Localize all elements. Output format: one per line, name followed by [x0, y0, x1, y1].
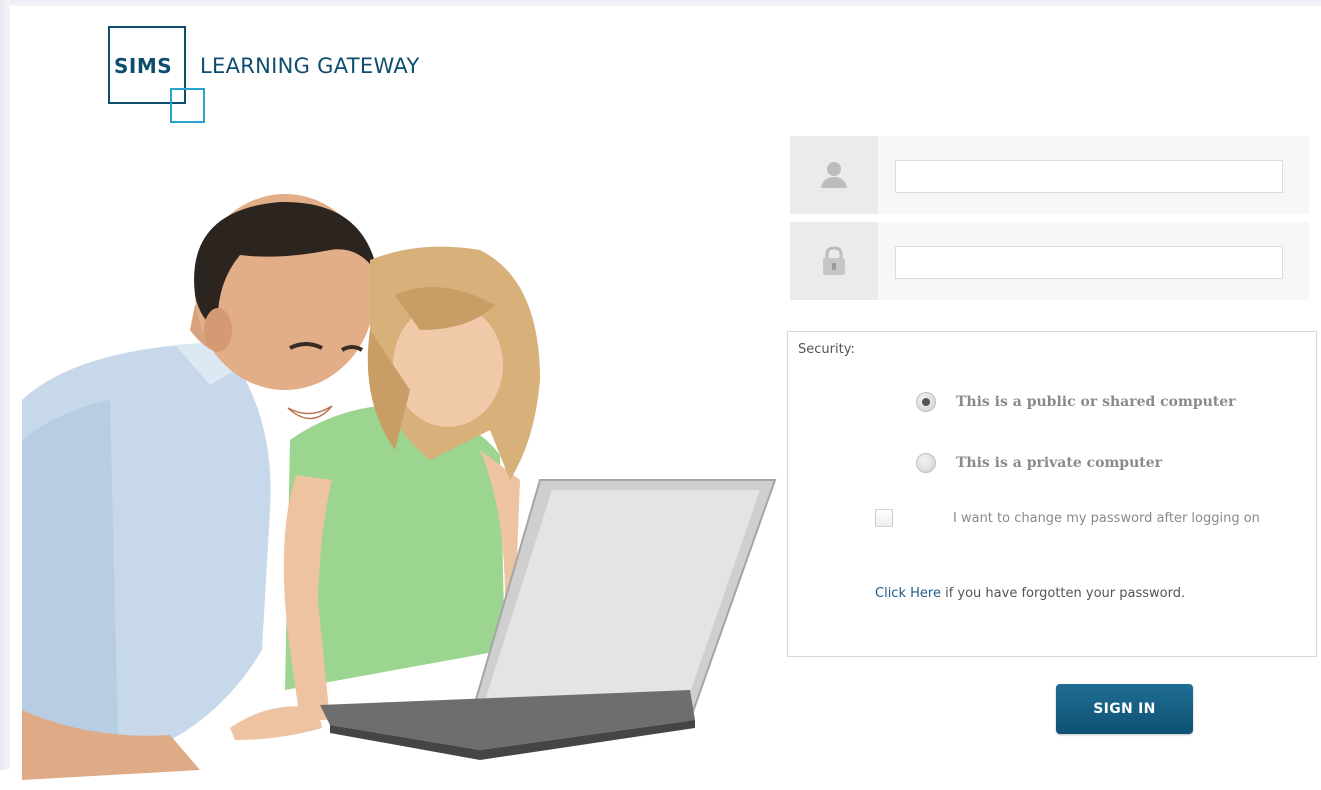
family-laptop-photo [0, 194, 790, 790]
user-icon [790, 136, 878, 214]
user-icon-svg [821, 162, 847, 188]
logo-small-square-icon [170, 88, 205, 123]
username-input-cell [878, 136, 1309, 214]
lock-icon [790, 222, 878, 300]
public-computer-radio[interactable] [916, 392, 936, 412]
private-computer-option[interactable]: This is a private computer [916, 453, 1162, 473]
security-label: Security: [798, 342, 855, 357]
logo-product-text: LEARNING GATEWAY [200, 54, 420, 78]
username-input[interactable] [895, 160, 1283, 193]
private-computer-radio[interactable] [916, 453, 936, 473]
change-password-checkbox[interactable] [875, 509, 893, 527]
password-row [790, 222, 1309, 300]
public-computer-option[interactable]: This is a public or shared computer [916, 392, 1236, 412]
logo-brand-text: SIMS [114, 54, 173, 78]
lock-icon-svg [823, 246, 845, 275]
private-computer-label: This is a private computer [956, 455, 1163, 471]
sims-logo: SIMS LEARNING GATEWAY [108, 26, 508, 126]
username-row [790, 136, 1309, 214]
change-password-option: I want to change my password after loggi… [875, 509, 1260, 527]
public-computer-label: This is a public or shared computer [956, 394, 1236, 410]
window-top-border [0, 0, 1321, 6]
change-password-label: I want to change my password after loggi… [953, 510, 1260, 526]
forgot-password-suffix: if you have forgotten your password. [945, 586, 1186, 601]
forgot-password-link[interactable]: Click Here [875, 586, 941, 601]
sign-in-button[interactable]: SIGN IN [1056, 684, 1193, 734]
password-input[interactable] [895, 246, 1283, 279]
login-page: SIMS LEARNING GATEWAY Security: This is … [0, 0, 1321, 790]
password-input-cell [878, 222, 1309, 300]
security-panel: Security: This is a public or shared com… [787, 331, 1317, 657]
forgot-password-text: Click Here if you have forgotten your pa… [875, 586, 1185, 601]
